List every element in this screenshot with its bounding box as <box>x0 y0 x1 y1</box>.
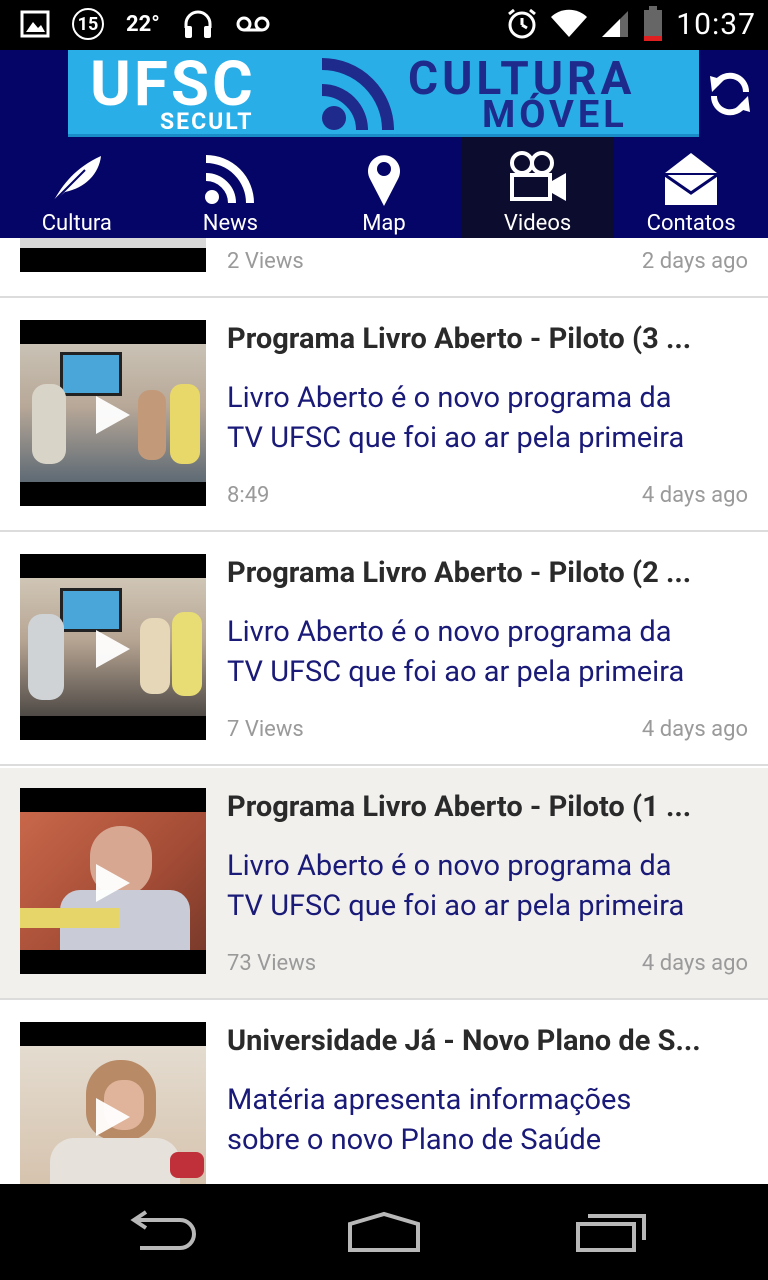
video-thumbnail <box>20 554 206 740</box>
video-list-item[interactable]: Programa Livro Aberto - Piloto (3 ... Li… <box>0 300 768 532</box>
logo-rss-icon <box>321 58 394 131</box>
alarm-icon <box>508 8 537 39</box>
temperature: 22° <box>126 11 160 37</box>
video-description: Livro Aberto é o novo programa da TV UFS… <box>227 378 747 458</box>
back-icon <box>130 1210 196 1250</box>
tab-contatos[interactable]: Contatos <box>614 137 768 238</box>
video-description: Matéria apresenta informações sobre o no… <box>227 1080 747 1160</box>
video-title: Programa Livro Aberto - Piloto (1 ... <box>227 790 692 824</box>
tab-cultura[interactable]: Cultura <box>0 137 154 238</box>
video-views: 73 Views <box>227 951 317 976</box>
video-description-line: TV UFSC que foi ao ar pela primeira <box>227 889 685 923</box>
refresh-button[interactable] <box>702 56 758 132</box>
home-icon <box>348 1211 420 1252</box>
video-thumbnail <box>20 238 206 272</box>
video-list: 2 Views 2 days ago Programa Livro Aberto… <box>0 238 768 1184</box>
status-bar-system: 10:37 <box>506 6 756 42</box>
map-pin-icon <box>367 155 400 206</box>
voicemail-icon <box>236 16 270 32</box>
image-notification-icon <box>20 10 50 38</box>
video-list-item[interactable]: Programa Livro Aberto - Piloto (1 ... Li… <box>0 768 768 1000</box>
tab-label: Cultura <box>41 211 112 236</box>
refresh-icon <box>710 72 750 116</box>
tab-label: Map <box>362 211 406 236</box>
video-thumbnail <box>20 1022 206 1184</box>
video-views: 2 Views <box>227 249 304 274</box>
wifi-icon <box>551 9 588 38</box>
status-bar: 15 22° 10:37 <box>0 0 768 50</box>
video-thumbnail <box>20 788 206 974</box>
video-description-line: TV UFSC que foi ao ar pela primeira <box>227 655 685 689</box>
headphones-icon <box>184 10 212 38</box>
back-button[interactable] <box>122 1210 198 1258</box>
tab-map[interactable]: Map <box>307 137 461 238</box>
play-icon <box>96 1098 130 1136</box>
video-description-line: Matéria apresenta informações <box>227 1083 632 1117</box>
tab-label: Videos <box>503 211 572 236</box>
home-button[interactable] <box>344 1210 424 1258</box>
video-date: 4 days ago <box>641 951 748 976</box>
play-icon <box>96 396 130 434</box>
clock: 10:37 <box>676 6 756 42</box>
video-date: 2 days ago <box>641 249 748 274</box>
video-date: 4 days ago <box>641 483 748 508</box>
app-logo: UFSC SECULT CULTURA MÓVEL <box>68 50 699 137</box>
video-title: Programa Livro Aberto - Piloto (3 ... <box>227 322 692 356</box>
tab-videos[interactable]: Videos <box>460 137 615 238</box>
video-camera-icon <box>509 151 566 201</box>
feather-icon <box>52 156 101 203</box>
rss-icon <box>205 155 255 204</box>
video-thumbnail <box>20 320 206 506</box>
battery-icon <box>644 6 663 41</box>
tab-news[interactable]: News <box>154 137 308 238</box>
video-list-item[interactable]: 2 Views 2 days ago <box>0 238 768 298</box>
logo-sub-text: SECULT <box>160 108 254 135</box>
video-description: Livro Aberto é o novo programa da TV UFS… <box>227 846 747 926</box>
recents-button[interactable] <box>574 1210 648 1258</box>
tab-label: Contatos <box>646 211 736 236</box>
video-title: Programa Livro Aberto - Piloto (2 ... <box>227 556 692 590</box>
video-list-item[interactable]: Universidade Já - Novo Plano de S... Mat… <box>0 1002 768 1184</box>
system-navigation-bar <box>0 1184 768 1280</box>
video-date: 4 days ago <box>641 717 748 742</box>
video-duration: 8:49 <box>227 483 270 508</box>
notification-count: 15 <box>77 13 99 35</box>
envelope-icon <box>664 153 719 205</box>
status-bar-notifications: 15 22° <box>20 8 270 40</box>
logo-title-2: MÓVEL <box>482 93 628 137</box>
video-title: Universidade Já - Novo Plano de S... <box>227 1024 701 1058</box>
cell-signal-icon <box>602 11 629 37</box>
play-icon <box>96 630 130 668</box>
tab-bar: Cultura News Map Videos Contatos <box>0 137 768 238</box>
video-description-line: Livro Aberto é o novo programa da <box>227 381 672 415</box>
video-description-line: Livro Aberto é o novo programa da <box>227 615 672 649</box>
video-list-item[interactable]: Programa Livro Aberto - Piloto (2 ... Li… <box>0 534 768 766</box>
notification-count-icon: 15 <box>72 8 104 40</box>
recents-icon <box>576 1214 646 1252</box>
video-description: Livro Aberto é o novo programa da TV UFS… <box>227 612 747 692</box>
tab-label: News <box>202 211 259 236</box>
video-views: 7 Views <box>227 717 304 742</box>
play-icon <box>96 864 130 902</box>
video-description-line: TV UFSC que foi ao ar pela primeira <box>227 421 685 455</box>
video-description-line: sobre o novo Plano de Saúde <box>227 1123 602 1157</box>
logo-main-text: UFSC <box>90 48 256 121</box>
video-description-line: Livro Aberto é o novo programa da <box>227 849 672 883</box>
